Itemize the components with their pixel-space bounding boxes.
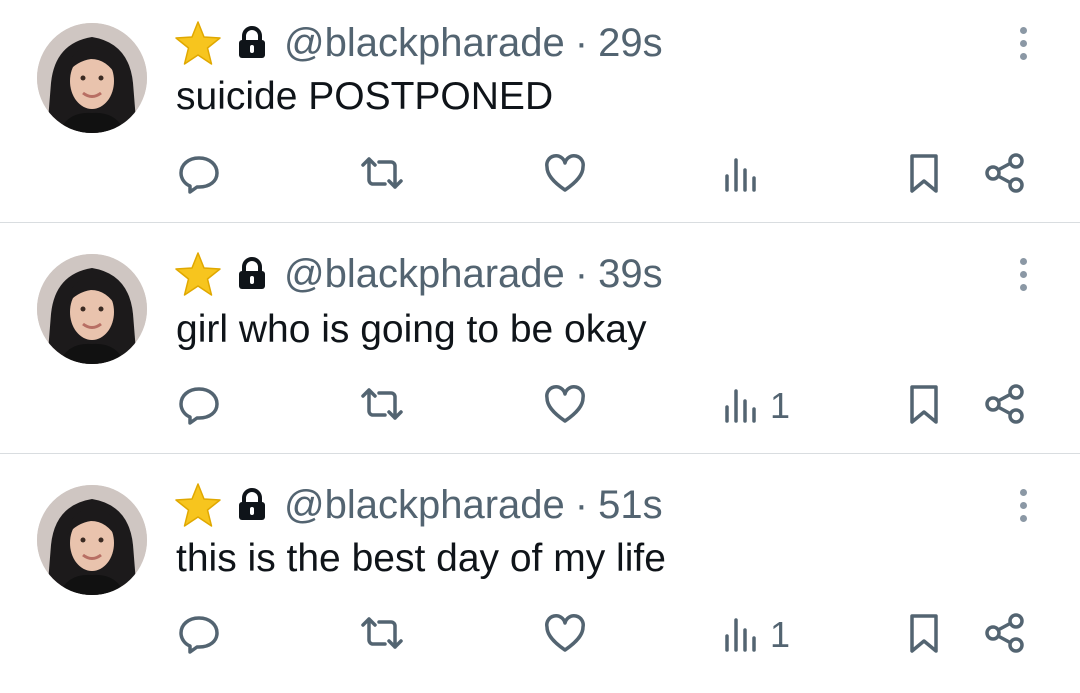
tweet-header: @blackpharade · 51s: [174, 482, 663, 528]
like-button[interactable]: [542, 150, 588, 200]
tweet[interactable]: @blackpharade · 51s this is the best day…: [0, 462, 1080, 693]
timestamp[interactable]: 51s: [598, 483, 663, 528]
views-count: 1: [770, 385, 791, 426]
avatar[interactable]: [37, 254, 147, 364]
views-count: 1: [770, 614, 791, 655]
like-icon: [542, 150, 588, 201]
reply-icon: [176, 610, 222, 661]
retweet-button[interactable]: [357, 610, 407, 660]
tweet-header: @blackpharade · 29s: [174, 20, 663, 66]
star-badge-icon: [174, 251, 224, 297]
tweet-actions: [0, 150, 1080, 200]
reply-button[interactable]: [176, 610, 222, 660]
separator-dot: ·: [574, 20, 589, 65]
tweet-text: suicide POSTPONED: [176, 75, 554, 118]
bookmark-button[interactable]: [904, 150, 944, 200]
like-button[interactable]: [542, 381, 588, 431]
like-icon: [542, 381, 588, 432]
views-icon: [722, 150, 762, 201]
views-button[interactable]: [722, 150, 770, 200]
separator-dot: ·: [574, 251, 589, 296]
star-badge-icon: [174, 482, 224, 528]
separator-dot: ·: [574, 482, 589, 527]
tweet-divider: [0, 453, 1080, 454]
views-button[interactable]: 1: [722, 381, 790, 431]
views-icon: [722, 610, 762, 661]
tweet-text: this is the best day of my life: [176, 537, 666, 580]
tweet-divider: [0, 222, 1080, 223]
retweet-button[interactable]: [357, 381, 407, 431]
tweet-actions: 1: [0, 610, 1080, 660]
tweet-header: @blackpharade · 39s: [174, 251, 663, 297]
share-icon: [982, 150, 1028, 201]
more-icon[interactable]: [1008, 480, 1038, 530]
like-button[interactable]: [542, 610, 588, 660]
bookmark-icon: [904, 381, 944, 432]
reply-button[interactable]: [176, 381, 222, 431]
share-icon: [982, 610, 1028, 661]
user-handle[interactable]: @blackpharade: [284, 483, 565, 528]
more-icon[interactable]: [1008, 249, 1038, 299]
bookmark-icon: [904, 610, 944, 661]
timestamp[interactable]: 29s: [598, 21, 663, 66]
retweet-icon: [357, 381, 407, 432]
like-icon: [542, 610, 588, 661]
avatar[interactable]: [37, 23, 147, 133]
share-button[interactable]: [982, 381, 1028, 431]
tweet[interactable]: @blackpharade · 39s girl who is going to…: [0, 231, 1080, 462]
bookmark-icon: [904, 150, 944, 201]
lock-icon: [232, 251, 272, 297]
tweet[interactable]: @blackpharade · 29s suicide POSTPONED: [0, 0, 1080, 231]
lock-icon: [232, 20, 272, 66]
lock-icon: [232, 482, 272, 528]
retweet-button[interactable]: [357, 150, 407, 200]
avatar[interactable]: [37, 485, 147, 595]
tweet-actions: 1: [0, 381, 1080, 431]
timeline-feed: @blackpharade · 29s suicide POSTPONED @b…: [0, 0, 1080, 682]
views-button[interactable]: 1: [722, 610, 790, 660]
share-button[interactable]: [982, 150, 1028, 200]
timestamp[interactable]: 39s: [598, 252, 663, 297]
reply-icon: [176, 381, 222, 432]
share-icon: [982, 381, 1028, 432]
reply-button[interactable]: [176, 150, 222, 200]
user-handle[interactable]: @blackpharade: [284, 21, 565, 66]
user-handle[interactable]: @blackpharade: [284, 252, 565, 297]
bookmark-button[interactable]: [904, 381, 944, 431]
share-button[interactable]: [982, 610, 1028, 660]
more-icon[interactable]: [1008, 18, 1038, 68]
retweet-icon: [357, 610, 407, 661]
bookmark-button[interactable]: [904, 610, 944, 660]
views-icon: [722, 381, 762, 432]
reply-icon: [176, 150, 222, 201]
star-badge-icon: [174, 20, 224, 66]
tweet-text: girl who is going to be okay: [176, 308, 647, 351]
retweet-icon: [357, 150, 407, 201]
